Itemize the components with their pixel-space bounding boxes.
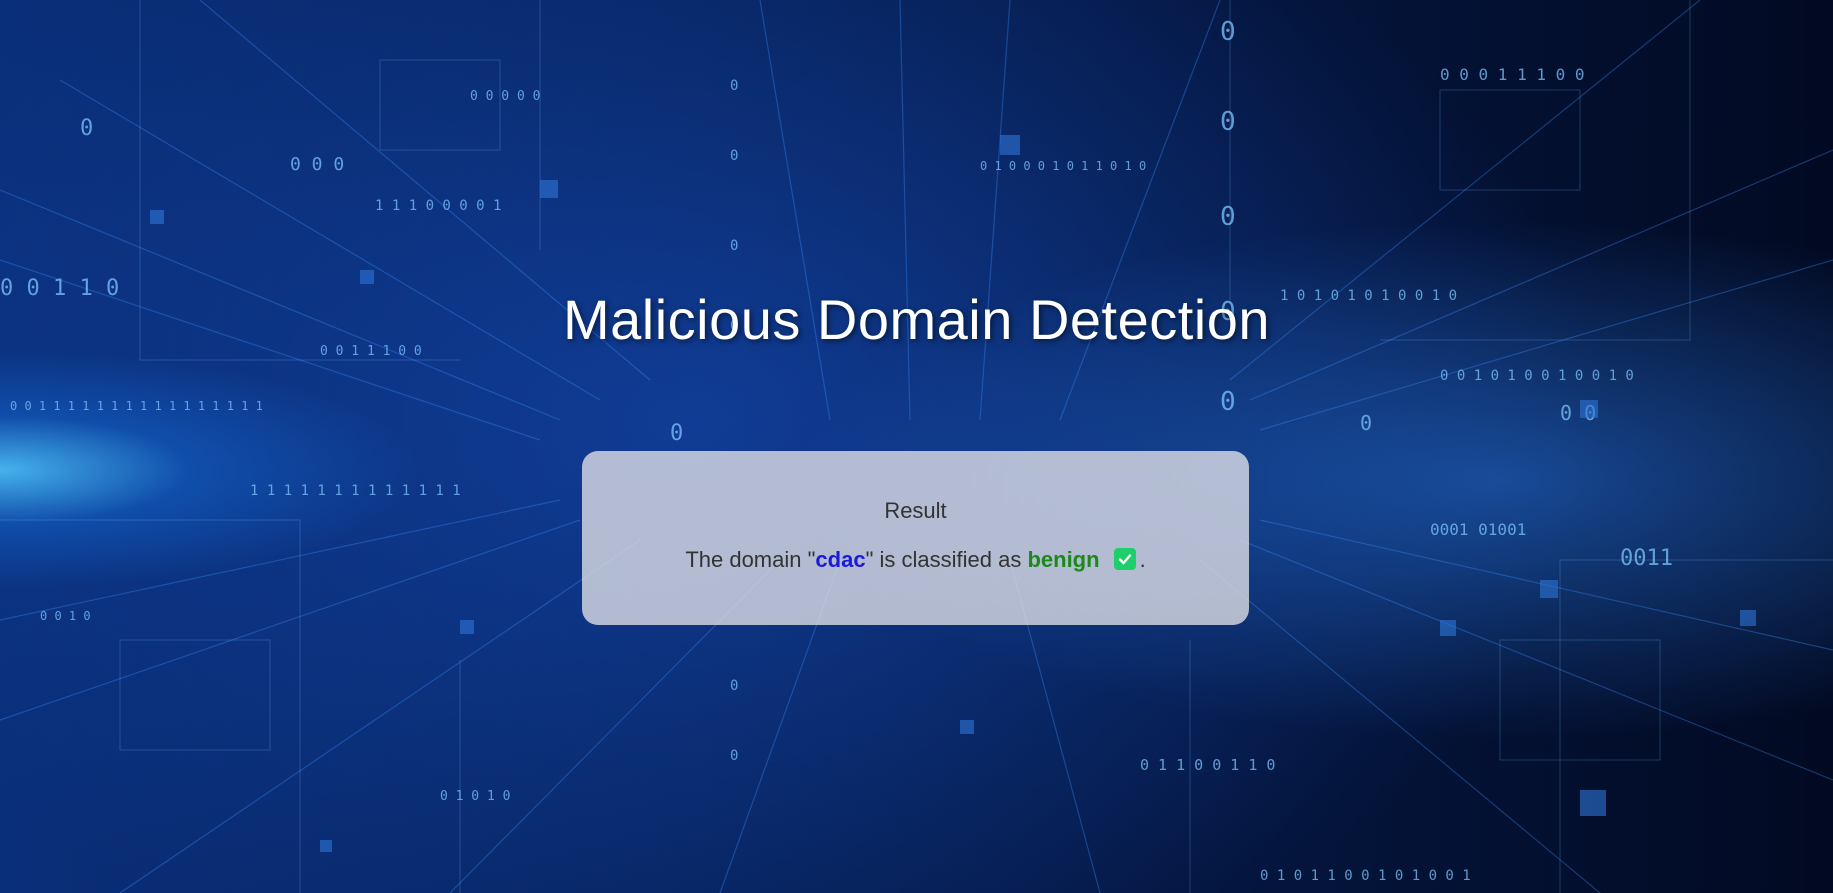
result-prefix: The domain " bbox=[685, 547, 816, 572]
result-message: The domain "cdac" is classified as benig… bbox=[582, 547, 1249, 573]
svg-text:0: 0 bbox=[1360, 411, 1372, 435]
digital-background: 0 0 0 0 1 1 1 0 0 0 0 1 0 0 1 1 0 0 0 1 … bbox=[0, 0, 1833, 893]
svg-text:0 0 0 0 0: 0 0 0 0 0 bbox=[470, 89, 540, 104]
svg-text:0 0 1 0: 0 0 1 0 bbox=[40, 609, 91, 623]
svg-text:0 1 0 1 0: 0 1 0 1 0 bbox=[440, 789, 510, 804]
svg-text:0: 0 bbox=[730, 148, 738, 164]
check-mark-icon bbox=[1113, 548, 1136, 570]
svg-text:0: 0 bbox=[670, 421, 683, 446]
result-card: Result The domain "cdac" is classified a… bbox=[582, 451, 1249, 625]
svg-text:0011: 0011 bbox=[1620, 546, 1673, 571]
svg-text:0 1 0 1 1 0 0 1 0 1 0 0 1: 0 1 0 1 1 0 0 1 0 1 0 0 1 bbox=[1260, 868, 1471, 884]
svg-text:0: 0 bbox=[80, 116, 93, 141]
svg-text:0: 0 bbox=[1220, 202, 1236, 232]
classification-label: benign bbox=[1027, 547, 1100, 572]
svg-text:0 0 0 1 1 1 0 0: 0 0 0 1 1 1 0 0 bbox=[1440, 65, 1585, 84]
svg-text:0: 0 bbox=[730, 678, 738, 694]
svg-text:0: 0 bbox=[1220, 107, 1236, 137]
svg-text:1 1 1 1 1 1 1 1 1 1 1 1 1: 1 1 1 1 1 1 1 1 1 1 1 1 1 bbox=[250, 483, 461, 499]
svg-text:0 0 1 0 1 0 0 1 0 0 1 0: 0 0 1 0 1 0 0 1 0 0 1 0 bbox=[1440, 368, 1634, 384]
svg-text:0 0 1 1 1 1 1 1 1 1 1 1 1 1 1: 0 0 1 1 1 1 1 1 1 1 1 1 1 1 1 1 1 1 bbox=[10, 399, 263, 413]
svg-text:1 1 1 0 0 0 0 1: 1 1 1 0 0 0 0 1 bbox=[375, 198, 501, 214]
svg-text:0 0: 0 0 bbox=[1560, 401, 1596, 425]
svg-text:0: 0 bbox=[730, 238, 738, 254]
domain-name: cdac bbox=[815, 547, 866, 572]
svg-text:0 0 0: 0 0 0 bbox=[290, 154, 344, 175]
result-heading: Result bbox=[884, 498, 947, 523]
svg-text:0: 0 bbox=[730, 748, 738, 764]
svg-text:0: 0 bbox=[1220, 387, 1236, 417]
page-title: Malicious Domain Detection bbox=[562, 288, 1271, 351]
result-middle: " is classified as bbox=[865, 547, 1028, 572]
svg-text:0: 0 bbox=[730, 78, 738, 94]
svg-text:0 1 1 0 0 1 1 0: 0 1 1 0 0 1 1 0 bbox=[1140, 756, 1275, 774]
svg-text:0001 01001: 0001 01001 bbox=[1430, 520, 1526, 539]
result-suffix: . bbox=[1139, 547, 1146, 572]
svg-text:0: 0 bbox=[1220, 17, 1236, 47]
svg-text:0 1 0 0 0 1 0 1 1 0 1 0: 0 1 0 0 0 1 0 1 1 0 1 0 bbox=[980, 159, 1146, 173]
